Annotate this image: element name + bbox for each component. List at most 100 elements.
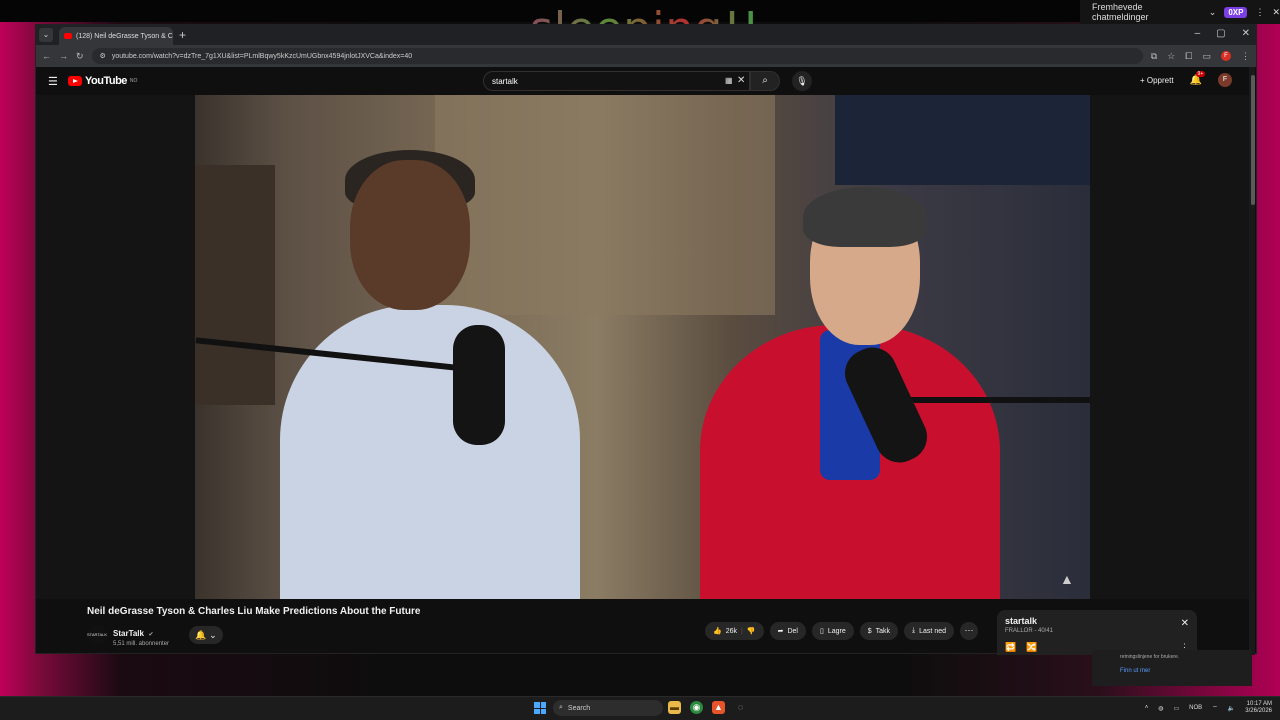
chrome-icon[interactable]: ◉: [690, 701, 703, 714]
xp-badge: 0XP: [1224, 6, 1248, 18]
browser-window: ⌄ (128) Neil deGrasse Tyson & C 🔊 ✕ + – …: [35, 24, 1257, 655]
taskbar-search[interactable]: ⌕ Search: [553, 700, 663, 716]
system-tray: ˄ ◍ ▭ NOB ⌔ 🔈 10:17 AM 3/26/2026: [1145, 701, 1272, 715]
verified-icon: ✔: [148, 632, 154, 638]
thanks-icon: $: [867, 627, 872, 635]
video-actions: 👍 26k | 👎 ➦ Del ▯ Lagre $ Takk ⤓ Last ned ⋯: [705, 622, 978, 640]
search-icon: ⌕: [559, 704, 563, 711]
create-button[interactable]: + Opprett: [1140, 76, 1174, 85]
tray-app-icon[interactable]: ◍: [1158, 705, 1163, 712]
language-indicator[interactable]: NOB: [1189, 705, 1202, 711]
clock-time: 10:17 AM: [1246, 701, 1272, 707]
channel-info: StarTalk ✔ 5,51 mill. abonnenter: [113, 623, 169, 647]
clock-date: 3/26/2026: [1245, 708, 1272, 714]
save-icon: ▯: [819, 628, 824, 635]
playlist-controls: 🔁 🔀: [1005, 642, 1037, 653]
address-bar-actions: ⧉ ☆ ⧠ ▭ F ⋮: [1151, 51, 1250, 62]
share-label: Del: [787, 627, 798, 635]
tab-title: (128) Neil deGrasse Tyson & C: [76, 32, 173, 40]
wall-art: [195, 165, 275, 405]
host-left-head: [350, 160, 470, 310]
channel-avatar[interactable]: STARTALK: [87, 625, 107, 645]
taskbar-search-placeholder: Search: [567, 704, 591, 712]
video-title: Neil deGrasse Tyson & Charles Liu Make P…: [87, 606, 421, 617]
search-button[interactable]: ⌕: [750, 71, 780, 91]
share-button[interactable]: ➦ Del: [769, 622, 806, 640]
save-label: Lagre: [827, 627, 846, 635]
mic-arm-right: [895, 397, 1090, 403]
brave-icon[interactable]: ▲: [712, 701, 725, 714]
wifi-icon[interactable]: ⌔: [1212, 704, 1218, 712]
thumbs-up-icon: 👍: [713, 628, 722, 635]
address-bar: ← → ↻ ⚙ youtube.com/watch?v=dzTre_7g1XU&…: [36, 45, 1256, 67]
video-player[interactable]: ▲: [36, 95, 1251, 599]
bookshelf: [435, 95, 775, 315]
clock[interactable]: 10:17 AM 3/26/2026: [1245, 701, 1272, 715]
microphone-icon[interactable]: 🎙: [792, 71, 812, 91]
minimize-icon[interactable]: –: [1195, 28, 1201, 39]
channel-name[interactable]: StarTalk: [113, 629, 144, 638]
shuffle-icon[interactable]: 🔀: [1026, 642, 1037, 653]
url-field[interactable]: ⚙ youtube.com/watch?v=dzTre_7g1XU&list=P…: [91, 48, 1143, 64]
site-info-icon[interactable]: ⚙: [100, 52, 106, 60]
window-controls: – ▢ ✕: [1195, 28, 1250, 39]
close-icon[interactable]: ✕: [1272, 7, 1280, 18]
reload-icon[interactable]: ↻: [76, 51, 84, 62]
cast-icon[interactable]: ▭: [1202, 51, 1211, 62]
share-icon: ➦: [777, 628, 784, 635]
maximize-icon[interactable]: ▢: [1216, 28, 1225, 39]
featured-chat-label: Fremhevede chatmeldinger: [1092, 2, 1149, 22]
chevron-up-icon[interactable]: ˄: [1145, 705, 1149, 711]
header-actions: + Opprett 🔔 9+ F: [1140, 70, 1232, 87]
playlist-close-icon[interactable]: ✕: [1181, 618, 1189, 629]
subscription-bell-button[interactable]: 🔔 ⌄: [189, 626, 224, 644]
playlist-subtitle: FRALLOR - 40/41: [1005, 628, 1054, 634]
file-explorer-icon[interactable]: ▬: [668, 701, 681, 714]
host-left-body: [280, 305, 580, 599]
avatar[interactable]: F: [1218, 73, 1232, 87]
windows-start-icon[interactable]: [534, 702, 546, 714]
taskbar: ⌕ Search ▬ ◉ ▲ ◌ ˄ ◍ ▭ NOB ⌔ 🔈 10:17 AM …: [0, 696, 1280, 720]
thanks-button[interactable]: $ Takk: [859, 622, 899, 640]
notifications-bell-icon[interactable]: 🔔 9+: [1190, 70, 1206, 86]
more-icon[interactable]: ⋮: [1255, 7, 1264, 18]
playlist-title[interactable]: startalk: [1005, 616, 1189, 626]
toast-link[interactable]: Finn ut mer: [1120, 668, 1224, 674]
like-button[interactable]: 👍 26k | 👎: [705, 622, 764, 640]
network-icon[interactable]: ▭: [1173, 705, 1179, 712]
youtube-region: NO: [129, 78, 138, 84]
chevron-down-icon[interactable]: ⌄: [1209, 7, 1217, 18]
window-close-icon[interactable]: ✕: [1242, 28, 1250, 39]
video-frame[interactable]: ▲: [195, 95, 1090, 599]
app-icon[interactable]: ◌: [734, 701, 747, 714]
channel-row: STARTALK StarTalk ✔ 5,51 mill. abonnente…: [87, 623, 224, 647]
featured-chat-panel[interactable]: Fremhevede chatmeldinger ⌄ 0XP ⋮ ✕: [1080, 0, 1280, 24]
notification-count: 9+: [1195, 70, 1206, 77]
scrollbar-thumb[interactable]: [1251, 75, 1255, 205]
thumbs-down-icon[interactable]: 👎: [747, 627, 756, 635]
create-label: Opprett: [1146, 75, 1174, 85]
notification-toast: retningslinjene for brukere. Finn ut mer: [1092, 650, 1252, 686]
keyboard-icon[interactable]: ▦: [725, 76, 733, 85]
youtube-play-icon: [68, 76, 82, 86]
search-input[interactable]: [483, 71, 750, 91]
more-actions-icon[interactable]: ⋯: [960, 622, 978, 640]
loop-icon[interactable]: 🔁: [1005, 642, 1016, 653]
install-icon[interactable]: ⧉: [1151, 51, 1157, 62]
download-button[interactable]: ⤓ Last ned: [904, 622, 954, 640]
menu-icon[interactable]: ☰: [48, 75, 58, 88]
tab-search-icon[interactable]: ⌄: [39, 28, 53, 42]
bookmark-star-icon[interactable]: ☆: [1167, 51, 1175, 62]
volume-icon[interactable]: 🔈: [1228, 705, 1235, 712]
save-button[interactable]: ▯ Lagre: [811, 622, 854, 640]
profile-icon[interactable]: F: [1221, 51, 1231, 61]
tab-active[interactable]: (128) Neil deGrasse Tyson & C 🔊 ✕: [59, 27, 173, 45]
browser-menu-icon[interactable]: ⋮: [1241, 51, 1250, 62]
extensions-icon[interactable]: ⧠: [1185, 51, 1192, 62]
youtube-logo-text: YouTube: [85, 75, 127, 87]
forward-icon[interactable]: →: [59, 51, 68, 61]
new-tab-icon[interactable]: +: [179, 28, 186, 42]
back-icon[interactable]: ←: [42, 51, 51, 61]
youtube-logo[interactable]: YouTube NO: [68, 75, 137, 87]
clear-search-icon[interactable]: ✕: [737, 75, 745, 86]
